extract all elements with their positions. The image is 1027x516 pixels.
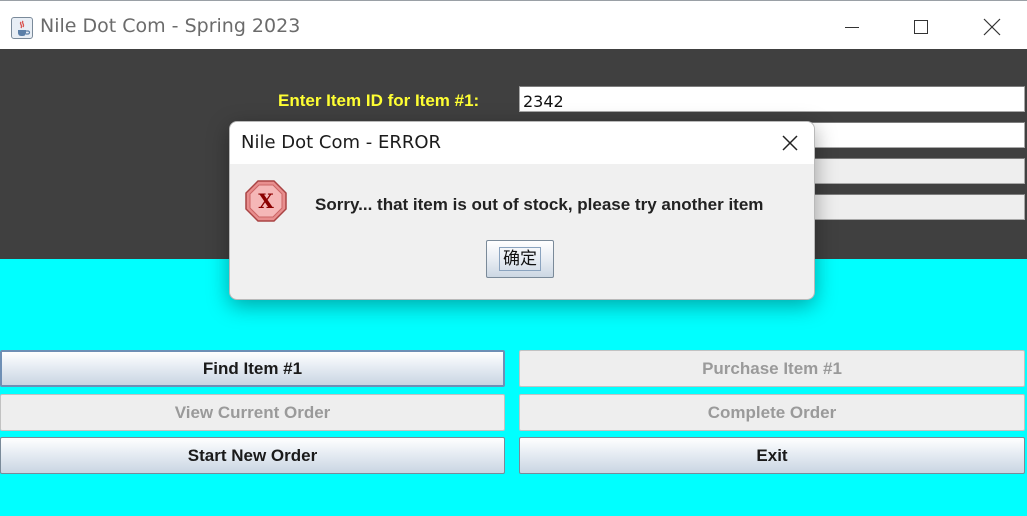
start-new-order-button[interactable]: Start New Order bbox=[0, 437, 505, 474]
close-icon bbox=[983, 18, 1001, 36]
purchase-item-button[interactable]: Purchase Item #1 bbox=[519, 350, 1025, 387]
ok-button[interactable]: 确定 bbox=[486, 240, 554, 278]
dialog-close-button[interactable] bbox=[776, 130, 804, 156]
window-title: Nile Dot Com - Spring 2023 bbox=[40, 15, 301, 37]
maximize-icon bbox=[914, 20, 928, 34]
error-dialog: Nile Dot Com - ERROR X Sorry... that ite… bbox=[229, 121, 815, 300]
window-close-button[interactable] bbox=[970, 10, 1014, 44]
ok-button-label: 确定 bbox=[499, 247, 541, 271]
find-item-button[interactable]: Find Item #1 bbox=[0, 350, 505, 387]
svg-text:X: X bbox=[258, 189, 274, 213]
dialog-titlebar: Nile Dot Com - ERROR bbox=[230, 122, 814, 164]
complete-order-button[interactable]: Complete Order bbox=[519, 394, 1025, 431]
maximize-button[interactable] bbox=[899, 10, 943, 44]
item-id-label: Enter Item ID for Item #1: bbox=[278, 91, 480, 110]
java-app-icon bbox=[11, 17, 33, 39]
window-titlebar: Nile Dot Com - Spring 2023 bbox=[0, 0, 1027, 50]
view-order-button[interactable]: View Current Order bbox=[0, 394, 505, 431]
dialog-message: Sorry... that item is out of stock, plea… bbox=[315, 195, 764, 214]
exit-button[interactable]: Exit bbox=[519, 437, 1025, 474]
item-id-field[interactable]: 2342 bbox=[519, 86, 1025, 112]
minimize-icon bbox=[845, 27, 859, 28]
minimize-button[interactable] bbox=[830, 10, 874, 44]
error-icon: X bbox=[244, 179, 288, 223]
close-icon bbox=[782, 135, 798, 151]
dialog-title: Nile Dot Com - ERROR bbox=[241, 132, 442, 153]
